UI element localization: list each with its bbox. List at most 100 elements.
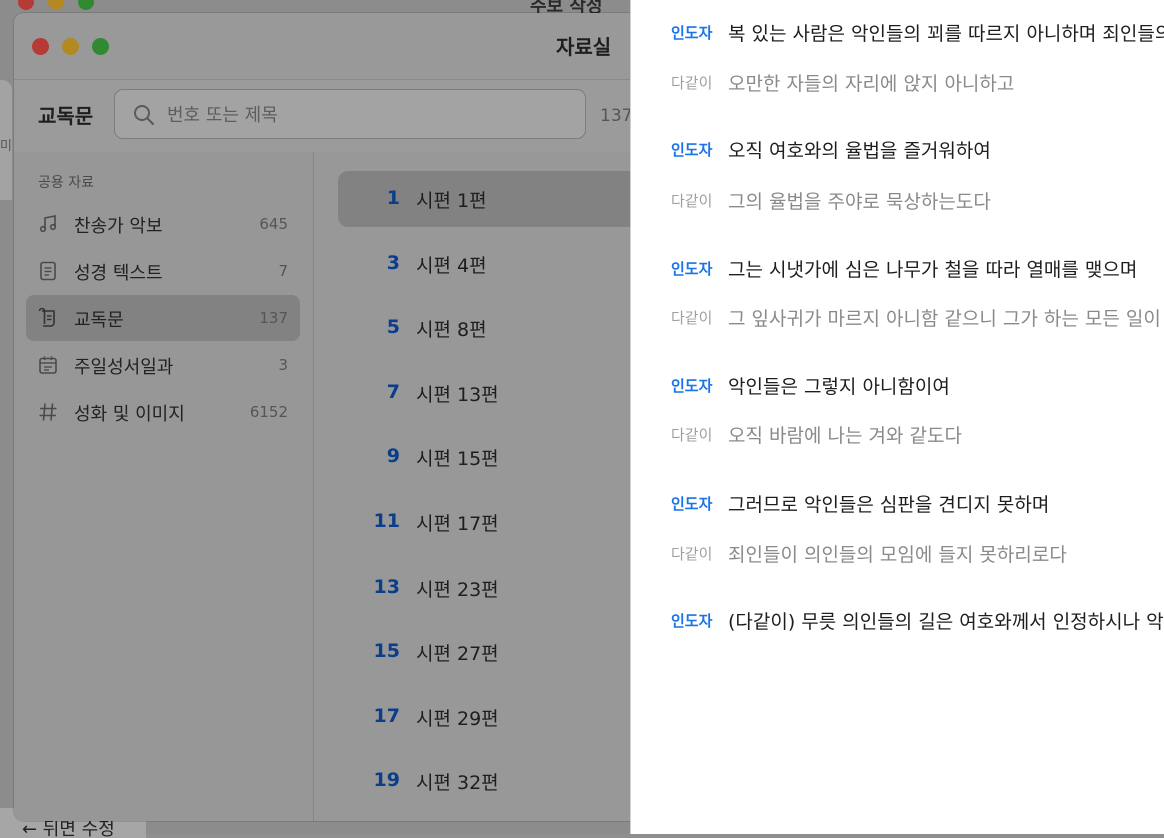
category-title: 교독문 [38,104,94,128]
reading-text: (다같이) 무릇 의인들의 길은 여호와께서 인정하시나 악인들의 길은 망하리… [728,611,1164,633]
title-bar: 자료실 [14,13,654,79]
sidebar-item-responsive-readings[interactable]: 교독문 137 [26,295,300,341]
list-item-number: 5 [386,316,400,338]
reading-line: 다같이 그의 율법을 주야로 묵상하는도다 [671,187,991,214]
list-item[interactable]: 17 시편 29편 [338,689,654,745]
list-item-number: 3 [386,252,400,274]
result-count: 137 [600,106,633,126]
music-note-icon [39,215,57,233]
list-item-title: 시편 1편 [416,190,487,212]
reading-line: 다같이 오만한 자들의 자리에 앉지 아니하고 [671,69,1014,96]
reading-line: 다같이 죄인들이 의인들의 모임에 들지 못하리로다 [671,540,1067,567]
reading-line: 인도자 (다같이) 무릇 의인들의 길은 여호와께서 인정하시나 악인들의 길은 … [671,607,1164,634]
sidebar-item-label: 교독문 [74,310,124,331]
sidebar-item-label: 성화 및 이미지 [74,404,185,425]
list-item[interactable]: 15 시편 27편 [338,624,654,680]
role-label: 인도자 [671,612,713,630]
reading-text: 그는 시냇가에 심은 나무가 철을 따라 열매를 맺으며 [728,259,1138,281]
role-label: 인도자 [671,495,713,513]
sidebar-item-lectionary[interactable]: 주일성서일과 3 [26,342,300,388]
sidebar-item-count: 137 [259,309,288,327]
minimize-button[interactable] [62,38,79,55]
search-field[interactable] [114,89,586,139]
list-item-number: 11 [373,510,400,532]
sidebar-item-bible-text[interactable]: 성경 텍스트 7 [26,248,300,294]
reading-line: 인도자 오직 여호와의 율법을 즐거워하여 [671,136,991,163]
reading-line: 인도자 복 있는 사람은 악인들의 꾀를 따르지 아니하며 죄인들의 길에 서지 … [671,19,1164,46]
reading-text: 악인들은 그렇지 아니함이여 [728,376,950,398]
role-label: 인도자 [671,260,713,278]
reading-text: 그의 율법을 주야로 묵상하는도다 [728,191,991,213]
role-label: 다같이 [671,426,713,444]
list-item-title: 시편 4편 [416,255,487,277]
role-label: 인도자 [671,377,713,395]
search-icon [134,105,154,125]
role-label: 인도자 [671,24,713,42]
reading-panel[interactable]: 인도자 복 있는 사람은 악인들의 꾀를 따르지 아니하며 죄인들의 길에 서지 … [631,0,1164,834]
sidebar-item-count: 6152 [249,403,288,421]
sidebar-item-label: 찬송가 악보 [74,216,163,237]
bg-left-text: 미 [0,139,12,154]
role-label: 인도자 [671,141,713,159]
sidebar-item-count: 7 [278,262,288,280]
reading-text: 그 잎사귀가 마르지 아니함 같으니 그가 하는 모든 일이 다 형통하리로다 [728,308,1164,330]
window-title: 자료실 [556,35,612,59]
list-item-number: 13 [373,576,400,598]
close-button[interactable] [32,38,49,55]
bg-close-dot[interactable] [18,0,34,10]
sidebar-item-label: 성경 텍스트 [74,263,163,284]
zoom-button[interactable] [92,38,109,55]
list-item[interactable]: 13 시편 23편 [338,560,654,616]
sidebar-item-images[interactable]: 성화 및 이미지 6152 [26,389,300,435]
reading-list: 1 시편 1편 3 시편 4편 5 시편 8편 7 시편 13편 9 시편 15… [314,152,654,821]
reading-text: 그러므로 악인들은 심판을 견디지 못하며 [728,494,1050,516]
calendar-icon [39,356,57,374]
list-item[interactable]: 3 시편 4편 [338,236,654,292]
sidebar-item-count: 3 [278,356,288,374]
role-label: 다같이 [671,309,713,327]
list-item[interactable]: 7 시편 13편 [338,365,654,421]
sidebar-item-count: 645 [259,215,288,233]
list-item-number: 9 [386,445,400,467]
list-item-number: 15 [373,640,400,662]
reading-text: 오직 바람에 나는 겨와 같도다 [728,425,962,447]
reading-text: 오만한 자들의 자리에 앉지 아니하고 [728,73,1015,95]
list-item-number: 19 [373,769,400,791]
list-item-title: 시편 32편 [416,772,499,794]
list-item-number: 17 [373,705,400,727]
list-item-title: 시편 17편 [416,513,499,535]
list-item[interactable]: 9 시편 15편 [338,429,654,485]
role-label: 다같이 [671,545,713,563]
list-item[interactable]: 11 시편 17편 [338,494,654,550]
sidebar-section-label: 공용 자료 [38,175,94,191]
bg-zoom-dot[interactable] [78,0,94,10]
list-item[interactable]: 5 시편 8편 [338,300,654,356]
list-item[interactable]: 1 시편 1편 [338,171,654,227]
list-item[interactable]: 19 시편 32편 [338,753,654,809]
bg-minimize-dot[interactable] [48,0,64,10]
search-input[interactable] [165,100,549,130]
list-item-number: 1 [386,187,400,209]
reading-text: 복 있는 사람은 악인들의 꾀를 따르지 아니하며 죄인들의 길에 서지 아니하… [728,23,1164,45]
sidebar-item-label: 주일성서일과 [74,357,174,378]
role-label: 다같이 [671,192,713,210]
list-item-title: 시편 8편 [416,319,487,341]
role-label: 다같이 [671,74,713,92]
document-icon [40,261,56,281]
reading-line: 인도자 그러므로 악인들은 심판을 견디지 못하며 [671,490,1049,517]
list-item-title: 시편 23편 [416,579,499,601]
sidebar: 공용 자료 찬송가 악보 645 성경 텍스트 7 교독문 137 주일성서일과… [14,152,314,821]
hashtag-icon [39,403,57,421]
list-item-title: 시편 13편 [416,384,499,406]
toolbar: 교독문 137 [14,79,654,153]
reading-line: 다같이 오직 바람에 나는 겨와 같도다 [671,421,962,448]
library-window: 자료실 교독문 137 공용 자료 찬송가 악보 645 [14,13,654,821]
reading-line: 인도자 악인들은 그렇지 아니함이여 [671,372,950,399]
sidebar-item-hymns[interactable]: 찬송가 악보 645 [26,201,300,247]
list-item-title: 시편 29편 [416,708,499,730]
reading-line: 인도자 그는 시냇가에 심은 나무가 철을 따라 열매를 맺으며 [671,255,1137,282]
list-item-number: 7 [386,381,400,403]
list-item-title: 시편 15편 [416,448,499,470]
scroll-icon [38,308,55,327]
reading-text: 죄인들이 의인들의 모임에 들지 못하리로다 [728,544,1067,566]
